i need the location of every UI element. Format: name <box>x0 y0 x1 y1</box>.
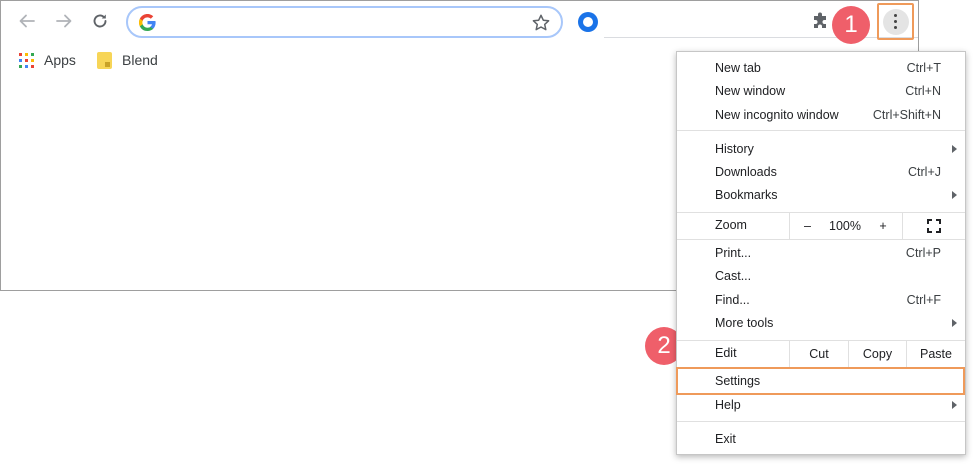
menu-item-cast[interactable]: Cast... <box>677 265 965 287</box>
menu-shortcut: Ctrl+N <box>905 84 941 98</box>
arrow-left-icon <box>19 14 35 28</box>
bookmark-blend[interactable]: Blend <box>97 50 158 70</box>
menu-item-history[interactable]: History <box>677 138 965 160</box>
menu-label: New tab <box>715 61 761 75</box>
bookmark-label: Blend <box>122 52 158 68</box>
paste-button[interactable]: Paste <box>906 341 965 367</box>
google-icon <box>139 14 156 31</box>
menu-item-print[interactable]: Print... Ctrl+P <box>677 242 965 264</box>
menu-shortcut: Ctrl+Shift+N <box>872 108 941 122</box>
menu-item-new-incognito-window[interactable]: New incognito window Ctrl+Shift+N <box>677 104 965 126</box>
menu-label: Bookmarks <box>715 188 778 202</box>
extensions-puzzle-icon[interactable] <box>810 11 832 33</box>
zoom-label: Zoom <box>715 218 747 232</box>
menu-shortcut: Ctrl+F <box>906 293 941 307</box>
menu-item-more-tools[interactable]: More tools <box>677 312 965 334</box>
zoom-value: 100% <box>829 219 861 233</box>
submenu-arrow-icon <box>952 191 957 199</box>
menu-item-new-window[interactable]: New window Ctrl+N <box>677 80 965 102</box>
menu-label: Exit <box>715 432 736 446</box>
submenu-arrow-icon <box>952 401 957 409</box>
menu-item-help[interactable]: Help <box>677 394 965 416</box>
menu-label: Help <box>715 398 741 412</box>
menu-separator <box>677 239 965 240</box>
submenu-arrow-icon <box>952 145 957 153</box>
chrome-menu-button[interactable] <box>882 8 909 35</box>
extension-icon[interactable] <box>578 12 598 32</box>
toolbar-divider <box>604 37 918 38</box>
chrome-main-menu: New tab Ctrl+T New window Ctrl+N New inc… <box>676 51 966 455</box>
menu-label: New incognito window <box>715 108 839 122</box>
menu-item-new-tab[interactable]: New tab Ctrl+T <box>677 57 965 79</box>
edit-label: Edit <box>715 346 737 360</box>
cut-button[interactable]: Cut <box>789 341 848 367</box>
bookmark-label: Apps <box>44 52 76 68</box>
cut-label: Cut <box>809 347 829 361</box>
menu-label: History <box>715 142 754 156</box>
bookmark-apps[interactable]: Apps <box>19 50 76 70</box>
submenu-arrow-icon <box>952 319 957 327</box>
menu-shortcut: Ctrl+P <box>905 246 941 260</box>
settings-highlight <box>676 367 965 395</box>
menu-label: Cast... <box>715 269 752 283</box>
bookmark-folder-icon <box>97 51 112 69</box>
menu-label: More tools <box>715 316 774 330</box>
bookmark-star-icon[interactable] <box>531 13 551 33</box>
menu-item-exit[interactable]: Exit <box>677 428 965 450</box>
kebab-dot <box>894 26 897 29</box>
zoom-level: 100% <box>825 213 865 239</box>
menu-item-find[interactable]: Find... Ctrl+F <box>677 289 965 311</box>
browser-toolbar <box>1 1 918 41</box>
apps-grid-icon <box>19 52 34 68</box>
menu-shortcut: Ctrl+T <box>906 61 941 75</box>
menu-label: Print... <box>715 246 752 260</box>
menu-separator <box>677 130 965 131</box>
menu-row-zoom: Zoom – 100% + <box>677 213 965 239</box>
menu-label: New window <box>715 84 786 98</box>
paste-label: Paste <box>920 347 952 361</box>
step-badge-1: 1 <box>832 6 870 44</box>
zoom-out-label: – <box>804 219 811 233</box>
fullscreen-icon <box>927 219 941 233</box>
fullscreen-button[interactable] <box>902 213 965 239</box>
chrome-menu-highlight <box>877 3 914 40</box>
menu-shortcut: Ctrl+J <box>908 165 941 179</box>
zoom-out-button[interactable]: – <box>789 213 825 239</box>
zoom-in-button[interactable]: + <box>865 213 901 239</box>
arrow-right-icon <box>56 14 72 28</box>
reload-icon <box>93 14 107 28</box>
address-bar[interactable] <box>126 6 563 38</box>
copy-label: Copy <box>862 347 893 361</box>
kebab-dot <box>894 14 897 17</box>
menu-label: Downloads <box>715 165 777 179</box>
menu-item-bookmarks[interactable]: Bookmarks <box>677 184 965 206</box>
copy-button[interactable]: Copy <box>848 341 906 367</box>
kebab-dot <box>894 20 897 23</box>
forward-button[interactable] <box>52 9 76 33</box>
menu-label: Find... <box>715 293 750 307</box>
menu-item-downloads[interactable]: Downloads Ctrl+J <box>677 161 965 183</box>
menu-separator <box>677 421 965 422</box>
menu-row-edit: Edit Cut Copy Paste <box>677 341 965 367</box>
back-button[interactable] <box>15 9 39 33</box>
reload-button[interactable] <box>88 9 112 33</box>
zoom-in-label: + <box>879 219 887 233</box>
